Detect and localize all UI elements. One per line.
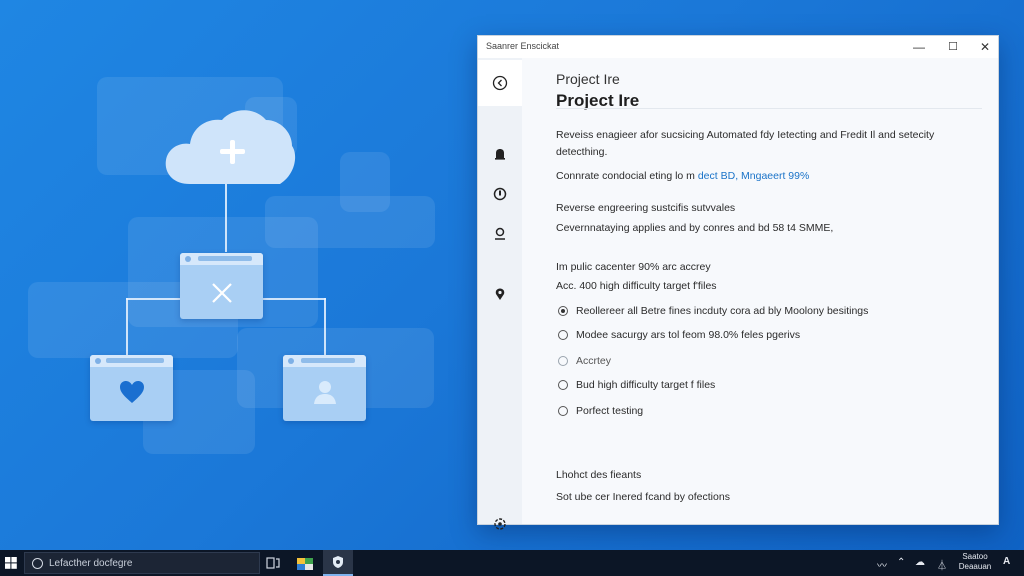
option-label[interactable]: Porfect testing xyxy=(576,405,643,417)
left-window-card xyxy=(90,355,173,421)
bell-icon xyxy=(495,149,505,160)
network-icon[interactable]: 〰 xyxy=(877,557,887,572)
option-radio[interactable] xyxy=(558,306,568,316)
nav-notifications-button[interactable] xyxy=(486,140,514,168)
app-window: Saanrer Enscickat — ☐ ✕ Project Ire Proj… xyxy=(477,35,999,530)
nav-rail xyxy=(478,58,522,530)
settings-icon xyxy=(494,518,506,530)
location-pin-icon xyxy=(495,288,505,300)
system-clock[interactable]: Saatoo Deaauan xyxy=(955,552,995,572)
nav-location-button[interactable] xyxy=(486,280,514,308)
option-label[interactable]: Accrtey xyxy=(576,355,611,367)
description-line-2: detecthing. xyxy=(556,146,608,158)
folder-icon xyxy=(297,558,313,570)
nav-settings-button[interactable] xyxy=(486,510,514,538)
footer-line-2: Sot ube cer Inered fcand by ofections xyxy=(556,491,730,503)
center-window-card xyxy=(180,253,263,319)
start-button[interactable] xyxy=(0,550,22,576)
clock-date: Deaauan xyxy=(958,562,992,571)
notification-center-icon[interactable]: A xyxy=(1003,556,1010,567)
cortana-icon xyxy=(32,558,43,569)
wifi-icon[interactable]: ⌃ xyxy=(897,557,905,568)
back-icon xyxy=(492,75,508,91)
reverse-line-2: Cevernnataying applies and by conres and… xyxy=(556,222,834,234)
search-text: Lefacther docfegre xyxy=(49,558,133,569)
option-label[interactable]: Bud high difficulty target f files xyxy=(576,379,715,391)
reverse-line-1: Reverse engreering sustcifis sutvvales xyxy=(556,202,736,214)
footer-line-1: Lhohct des fieants xyxy=(556,469,642,481)
contrast-line: Connrate condocial eting lo m dect BD, M… xyxy=(556,170,809,182)
close-x-icon xyxy=(212,283,232,303)
nav-account-button[interactable] xyxy=(486,220,514,248)
volume-icon[interactable]: ⏃ xyxy=(937,557,947,572)
connector-line xyxy=(324,298,326,356)
maximize-button[interactable]: ☐ xyxy=(938,38,968,56)
minimize-button[interactable]: — xyxy=(904,38,934,56)
connector-line xyxy=(225,182,227,252)
taskbar-search-box[interactable]: Lefacther docfegre xyxy=(24,552,260,574)
heart-icon xyxy=(120,381,144,403)
title-bar: Saanrer Enscickat — ☐ ✕ xyxy=(478,36,998,58)
option-radio[interactable] xyxy=(558,380,568,390)
option-radio[interactable] xyxy=(558,330,568,340)
windows-logo-icon xyxy=(5,557,17,569)
task-view-button[interactable] xyxy=(258,550,288,576)
cloud-upload-icon xyxy=(165,110,296,184)
option-label[interactable]: Modee sacurgy ars tol feom 98.0% feles p… xyxy=(576,329,800,341)
option-radio[interactable] xyxy=(558,356,568,366)
option-label[interactable]: Reollereer all Betre fines incduty cora … xyxy=(576,305,868,317)
contrast-prefix: Connrate condocial eting lo m xyxy=(556,170,698,182)
divider xyxy=(556,108,982,109)
shield-app-icon xyxy=(333,556,343,568)
task-view-icon xyxy=(266,557,280,569)
ghost-panel xyxy=(340,152,390,212)
cloud-tray-icon[interactable]: ☁ xyxy=(915,557,925,568)
window-title: Saanrer Enscickat xyxy=(486,41,560,51)
contrast-link[interactable]: dect BD, Mngaeert 99% xyxy=(698,170,809,182)
nav-back-button[interactable] xyxy=(478,60,522,106)
nav-security-button[interactable] xyxy=(486,180,514,208)
close-button[interactable]: ✕ xyxy=(970,38,1000,56)
taskbar-app-active[interactable] xyxy=(323,550,353,576)
shield-icon xyxy=(493,187,507,201)
taskbar-app-explorer[interactable] xyxy=(290,550,320,576)
person-icon xyxy=(495,227,505,240)
clock-time: Saatoo xyxy=(962,552,988,561)
right-window-card xyxy=(283,355,366,421)
user-icon xyxy=(314,381,336,404)
option-radio[interactable] xyxy=(558,406,568,416)
description-line-1: Reveiss enagieer afor sucsicing Automate… xyxy=(556,129,935,141)
public-line: Im pulic cacenter 90% arc accrey xyxy=(556,261,711,273)
connector-line xyxy=(126,298,128,356)
page-subtitle: Project Ire xyxy=(556,71,620,87)
accuracy-target-line: Acc. 400 high difficulty target f'files xyxy=(556,280,717,292)
taskbar: Lefacther docfegre 〰 ⌃ ☁ ⏃ Saatoo Deaaua… xyxy=(0,550,1024,576)
